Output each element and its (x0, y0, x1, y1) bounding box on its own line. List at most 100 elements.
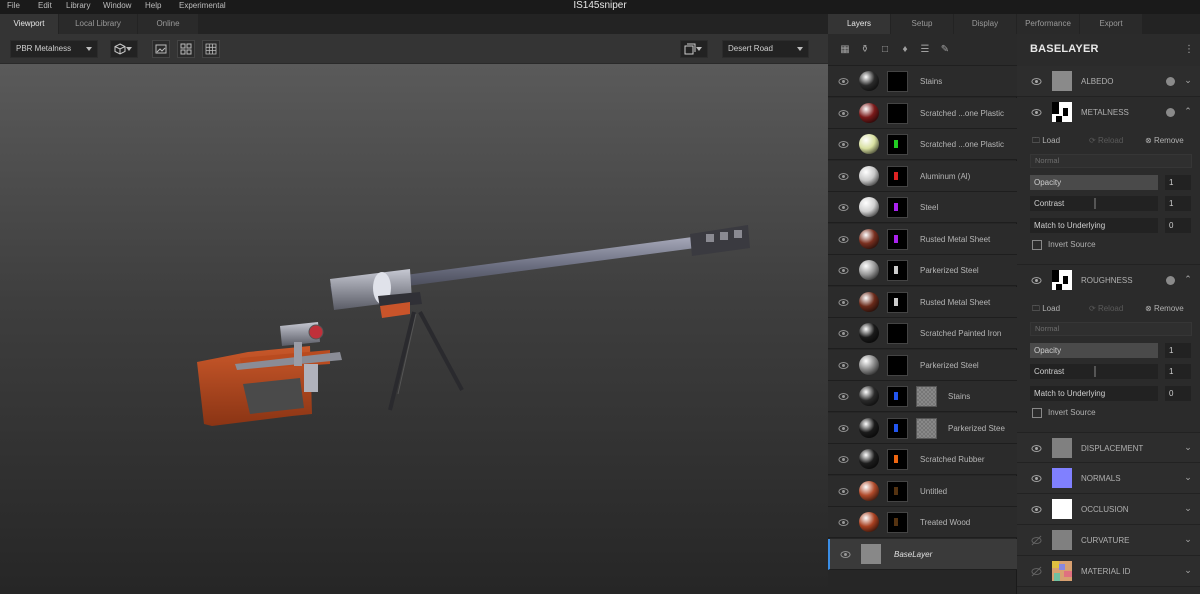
eye-icon[interactable] (838, 139, 849, 150)
chevron-down-icon[interactable]: ⌄ (1183, 442, 1193, 452)
layer-row[interactable]: Parkerized Steel (828, 255, 1017, 286)
layer-row[interactable]: BaseLayer (828, 538, 1017, 570)
blend-mode-dropdown[interactable]: Normal (1030, 322, 1192, 336)
more-options-icon[interactable]: ⋮ (1184, 44, 1194, 55)
chevron-up-icon[interactable]: ⌃ (1183, 106, 1193, 116)
load-button[interactable]: 🗀 Load (1032, 302, 1060, 316)
environment-dropdown[interactable]: Desert Road (722, 40, 809, 58)
quad-view-button[interactable] (177, 40, 195, 58)
layer-row[interactable]: Scratched Rubber (828, 444, 1017, 475)
remove-button[interactable]: ⊗ Remove (1145, 302, 1184, 316)
chevron-down-icon[interactable]: ⌄ (1183, 472, 1193, 482)
channel-occlusion[interactable]: OCCLUSION ⌄ (1017, 494, 1200, 525)
eye-icon[interactable] (1031, 443, 1042, 454)
opacity-value[interactable]: 1 (1165, 343, 1191, 358)
channel-dot-icon[interactable] (1166, 77, 1175, 86)
tab-viewport[interactable]: Viewport (0, 14, 58, 34)
opacity-slider[interactable]: Opacity (1030, 343, 1158, 358)
grid-view-button[interactable] (202, 40, 220, 58)
eye-icon[interactable] (1031, 504, 1042, 515)
eye-icon[interactable] (838, 486, 849, 497)
drop-icon[interactable]: ♦ (899, 44, 911, 56)
tab-online[interactable]: Online (138, 14, 198, 34)
image-view-button[interactable] (152, 40, 170, 58)
slider-handle[interactable] (1094, 366, 1096, 377)
brush-icon[interactable]: ✎ (939, 44, 951, 56)
layer-row[interactable]: Steel (828, 192, 1017, 223)
blend-mode-dropdown[interactable]: Normal (1030, 154, 1192, 168)
render-mode-dropdown[interactable]: PBR Metalness (10, 40, 98, 58)
reload-button[interactable]: ⟳ Reload (1089, 302, 1123, 316)
channel-albedo[interactable]: ALBEDO ⌄ (1017, 66, 1200, 97)
invert-source-checkbox[interactable] (1032, 408, 1042, 418)
layer-row[interactable]: Treated Wood (828, 507, 1017, 538)
slider-handle[interactable] (1094, 198, 1096, 209)
layer-row[interactable]: Scratched ...one Plastic (828, 129, 1017, 160)
channel-dot-icon[interactable] (1166, 108, 1175, 117)
tab-layers[interactable]: Layers (828, 14, 890, 34)
channel-dot-icon[interactable] (1166, 276, 1175, 285)
channel-metalness[interactable]: METALNESS ⌃ (1017, 97, 1200, 128)
tab-performance[interactable]: Performance (1017, 14, 1079, 34)
add-layer-icon[interactable]: ▦ (839, 44, 851, 56)
layer-row[interactable]: Stains (828, 66, 1017, 97)
chevron-down-icon[interactable]: ⌄ (1183, 75, 1193, 85)
fill-layer-icon[interactable]: □ (879, 44, 891, 56)
channel-material-id[interactable]: MATERIAL ID ⌄ (1017, 556, 1200, 587)
contrast-slider[interactable]: Contrast (1030, 196, 1158, 211)
remove-button[interactable]: ⊗ Remove (1145, 134, 1184, 148)
chevron-up-icon[interactable]: ⌃ (1183, 274, 1193, 284)
eye-icon[interactable] (838, 297, 849, 308)
eye-icon[interactable] (1031, 473, 1042, 484)
layer-row[interactable]: Stains (828, 381, 1017, 412)
eye-icon[interactable] (1031, 275, 1042, 286)
material-layer-icon[interactable]: ⚱ (859, 44, 871, 56)
match-value[interactable]: 0 (1165, 386, 1191, 401)
eye-icon[interactable] (838, 265, 849, 276)
layer-row[interactable]: Parkerized Stee (828, 412, 1017, 444)
3d-viewport[interactable] (0, 64, 828, 594)
layer-row[interactable]: Rusted Metal Sheet (828, 223, 1017, 255)
window-layout-dropdown[interactable] (680, 40, 708, 58)
eye-icon[interactable] (838, 328, 849, 339)
chevron-down-icon[interactable]: ⌄ (1183, 565, 1193, 575)
tab-local-library[interactable]: Local Library (59, 14, 137, 34)
tab-export[interactable]: Export (1080, 14, 1142, 34)
eye-icon[interactable] (838, 454, 849, 465)
channel-displacement[interactable]: DISPLACEMENT ⌄ (1017, 432, 1200, 463)
reload-button[interactable]: ⟳ Reload (1089, 134, 1123, 148)
load-button[interactable]: 🗀 Load (1032, 134, 1060, 148)
channel-normals[interactable]: NORMALS ⌄ (1017, 463, 1200, 494)
layer-row[interactable]: Aluminum (Al) (828, 160, 1017, 192)
match-value[interactable]: 0 (1165, 218, 1191, 233)
match-slider[interactable]: Match to Underlying (1030, 218, 1158, 233)
layer-row[interactable]: Scratched Painted Iron (828, 318, 1017, 349)
eye-icon[interactable] (838, 202, 849, 213)
chevron-down-icon[interactable]: ⌄ (1183, 534, 1193, 544)
layer-row[interactable]: Untitled (828, 475, 1017, 507)
layer-row[interactable]: Scratched ...one Plastic (828, 97, 1017, 129)
tab-display[interactable]: Display (954, 14, 1016, 34)
eye-icon[interactable] (838, 391, 849, 402)
eye-icon[interactable] (838, 234, 849, 245)
tab-setup[interactable]: Setup (891, 14, 953, 34)
eye-icon[interactable] (840, 549, 851, 560)
eye-icon[interactable] (838, 517, 849, 528)
contrast-slider[interactable]: Contrast (1030, 364, 1158, 379)
eye-icon[interactable] (838, 360, 849, 371)
channel-curvature[interactable]: CURVATURE ⌄ (1017, 525, 1200, 556)
contrast-value[interactable]: 1 (1165, 364, 1191, 379)
opacity-value[interactable]: 1 (1165, 175, 1191, 190)
adjustment-icon[interactable]: ☰ (919, 44, 931, 56)
match-slider[interactable]: Match to Underlying (1030, 386, 1158, 401)
chevron-down-icon[interactable]: ⌄ (1183, 503, 1193, 513)
channel-roughness[interactable]: ROUGHNESS ⌃ (1017, 264, 1200, 295)
eye-icon[interactable] (838, 171, 849, 182)
layer-row[interactable]: Parkerized Steel (828, 349, 1017, 381)
eye-hidden-icon[interactable] (1031, 535, 1042, 546)
invert-source-checkbox[interactable] (1032, 240, 1042, 250)
eye-icon[interactable] (1031, 107, 1042, 118)
opacity-slider[interactable]: Opacity (1030, 175, 1158, 190)
eye-icon[interactable] (838, 108, 849, 119)
eye-icon[interactable] (838, 76, 849, 87)
